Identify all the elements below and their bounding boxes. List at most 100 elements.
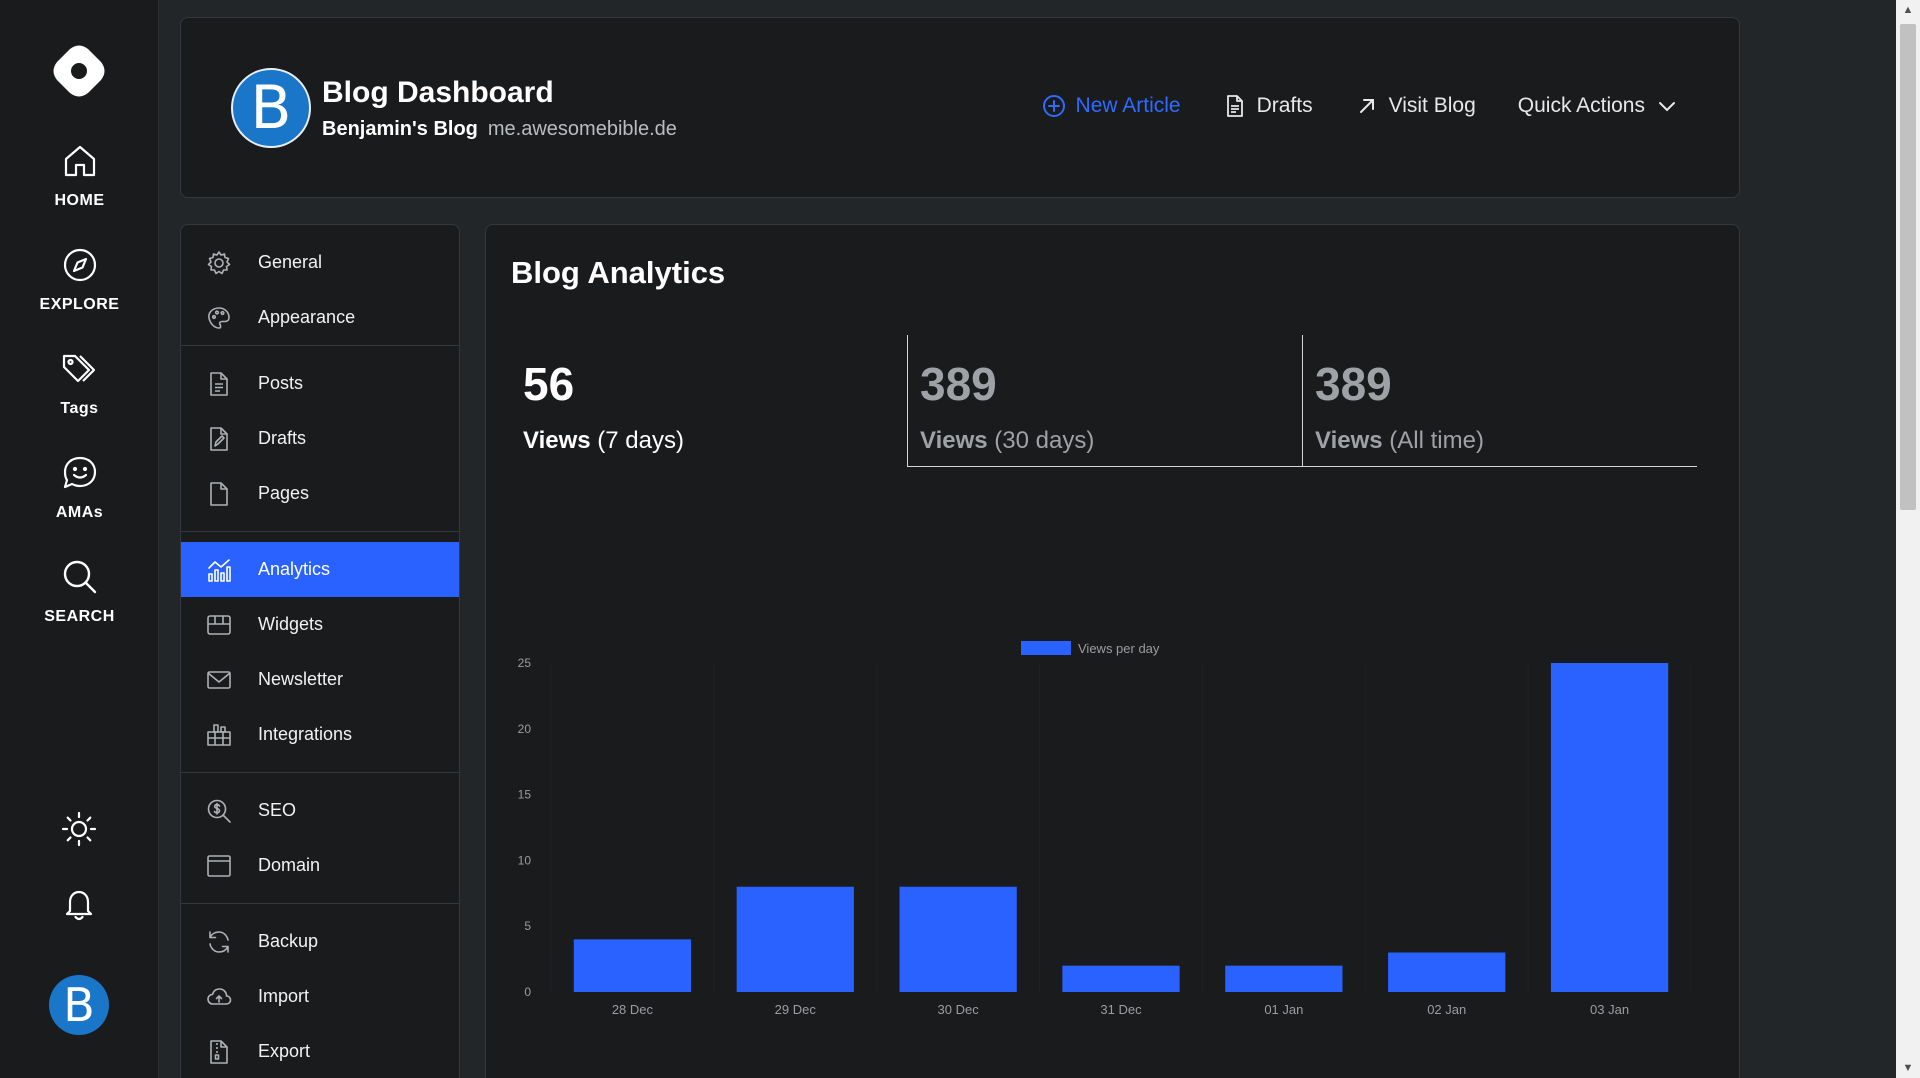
rail-tags-label: Tags (60, 400, 99, 417)
visit-blog-label: Visit Blog (1388, 94, 1476, 117)
menu-item-domain[interactable]: Domain (181, 838, 459, 893)
widget-box-icon (207, 614, 231, 635)
stat-value: 389 (1315, 358, 1392, 410)
x-tick-label: 30 Dec (938, 1002, 980, 1015)
left-rail: HOME EXPLORE Tags AMAs SEARCH B (0, 0, 159, 1078)
stats-row: 56 Views (7 days) 389 Views (30 days) 38… (511, 335, 1717, 467)
stat-views-7-days[interactable]: 56 Views (7 days) (511, 335, 907, 467)
quick-actions-dropdown[interactable]: Quick Actions (1518, 94, 1679, 118)
blog-domain[interactable]: me.awesomebible.de (488, 118, 677, 141)
header-actions: New Article Drafts Visit Blog Quick Acti… (1042, 94, 1679, 118)
y-tick-label: 0 (524, 985, 531, 999)
menu-label-newsletter: Newsletter (258, 669, 344, 689)
menu-item-pages[interactable]: Pages (181, 466, 459, 521)
visit-blog-button[interactable]: Visit Blog (1355, 94, 1476, 118)
bell-icon[interactable] (60, 885, 98, 923)
plus-circle-icon (1042, 95, 1065, 117)
user-avatar[interactable]: B (49, 975, 109, 1035)
menu-label-integrations: Integrations (258, 724, 353, 744)
stat-value: 389 (920, 358, 997, 410)
menu-label-appearance: Appearance (258, 307, 356, 327)
y-tick-label: 25 (518, 656, 532, 670)
y-tick-label: 5 (524, 919, 531, 933)
menu-divider (181, 345, 459, 346)
seo-search-icon (207, 799, 231, 823)
menu-label-domain: Domain (258, 855, 321, 875)
menu-item-appearance[interactable]: Appearance (181, 290, 459, 345)
menu-item-export[interactable]: Export (181, 1024, 459, 1078)
browser-window-icon (207, 854, 231, 877)
rail-search[interactable]: SEARCH (0, 558, 159, 626)
drafts-button[interactable]: Drafts (1223, 94, 1313, 118)
rail-explore[interactable]: EXPLORE (0, 246, 159, 314)
palette-icon (208, 306, 230, 329)
legend-swatch (1021, 641, 1071, 655)
compass-icon (63, 248, 96, 282)
scroll-up-arrow-icon[interactable]: ▲ (1896, 0, 1920, 20)
stat-label: Views (30 days) (920, 427, 1095, 454)
stat-views-all-time[interactable]: 389 Views (All time) (1302, 335, 1697, 467)
bar (1062, 965, 1180, 992)
zip-file-icon (210, 1039, 228, 1064)
menu-item-backup[interactable]: Backup (181, 914, 459, 969)
document-lines-icon (210, 371, 228, 396)
menu-label-widgets: Widgets (258, 614, 324, 634)
document-icon (1226, 95, 1243, 117)
menu-item-widgets[interactable]: Widgets (181, 597, 459, 652)
stat-label: Views (7 days) (523, 427, 684, 454)
bar (573, 939, 692, 992)
new-article-label: New Article (1075, 94, 1181, 117)
blog-subtitle: Benjamin's Blog me.awesomebible.de (322, 118, 677, 141)
analytics-title: Blog Analytics (511, 255, 726, 290)
menu-label-posts: Posts (258, 373, 304, 393)
x-tick-label: 03 Jan (1590, 1002, 1629, 1015)
refresh-icon (209, 930, 229, 953)
y-tick-label: 20 (518, 722, 532, 736)
document-edit-icon (210, 426, 228, 451)
menu-label-export: Export (258, 1041, 311, 1061)
tag-icon (62, 354, 95, 383)
sun-icon[interactable] (60, 810, 98, 848)
menu-item-analytics[interactable]: Analytics (181, 542, 459, 597)
search-icon (63, 560, 96, 594)
scroll-down-arrow-icon[interactable]: ▼ (1896, 1058, 1920, 1078)
integrations-icon (207, 723, 231, 746)
bar (1388, 952, 1506, 992)
menu-item-newsletter[interactable]: Newsletter (181, 652, 459, 707)
menu-divider (181, 772, 459, 773)
menu-label-import: Import (258, 986, 310, 1006)
menu-label-pages: Pages (258, 483, 310, 503)
rail-tags[interactable]: Tags (0, 350, 159, 418)
menu-item-posts[interactable]: Posts (181, 356, 459, 411)
bar (1225, 965, 1343, 992)
rail-amas-label: AMAs (55, 504, 104, 521)
stat-label: Views (All time) (1315, 427, 1484, 454)
rail-home-label: HOME (54, 192, 105, 209)
menu-label-seo: SEO (258, 800, 297, 820)
bar (1550, 663, 1669, 992)
page-icon (210, 481, 228, 506)
menu-item-integrations[interactable]: Integrations (181, 707, 459, 762)
scroll-thumb[interactable] (1900, 24, 1916, 510)
x-tick-label: 01 Jan (1264, 1002, 1303, 1015)
menu-item-seo[interactable]: SEO (181, 783, 459, 838)
menu-divider (181, 903, 459, 904)
stat-views-30-days[interactable]: 389 Views (30 days) (907, 335, 1302, 467)
chevron-down-icon (1659, 102, 1675, 112)
y-tick-label: 10 (518, 853, 532, 867)
hashnode-logo-icon[interactable] (52, 44, 106, 98)
analytics-icon (208, 558, 231, 582)
menu-item-import[interactable]: Import (181, 969, 459, 1024)
rail-amas[interactable]: AMAs (0, 454, 159, 522)
bar (736, 886, 854, 992)
views-bar-chart: 0 5 10 15 20 25 28 Dec 29 Dec 30 Dec 31 Dec 01 Jan… (518, 641, 1692, 1017)
cloud-upload-icon (207, 987, 232, 1005)
y-tick-label: 15 (518, 788, 532, 802)
rail-home[interactable]: HOME (0, 142, 159, 210)
menu-item-general[interactable]: General (181, 235, 459, 290)
menu-label-analytics: Analytics (258, 559, 331, 579)
page-scrollbar[interactable]: ▲ ▼ (1896, 0, 1920, 1078)
x-tick-label: 28 Dec (612, 1002, 654, 1015)
new-article-button[interactable]: New Article (1042, 94, 1181, 118)
menu-item-drafts[interactable]: Drafts (181, 411, 459, 466)
